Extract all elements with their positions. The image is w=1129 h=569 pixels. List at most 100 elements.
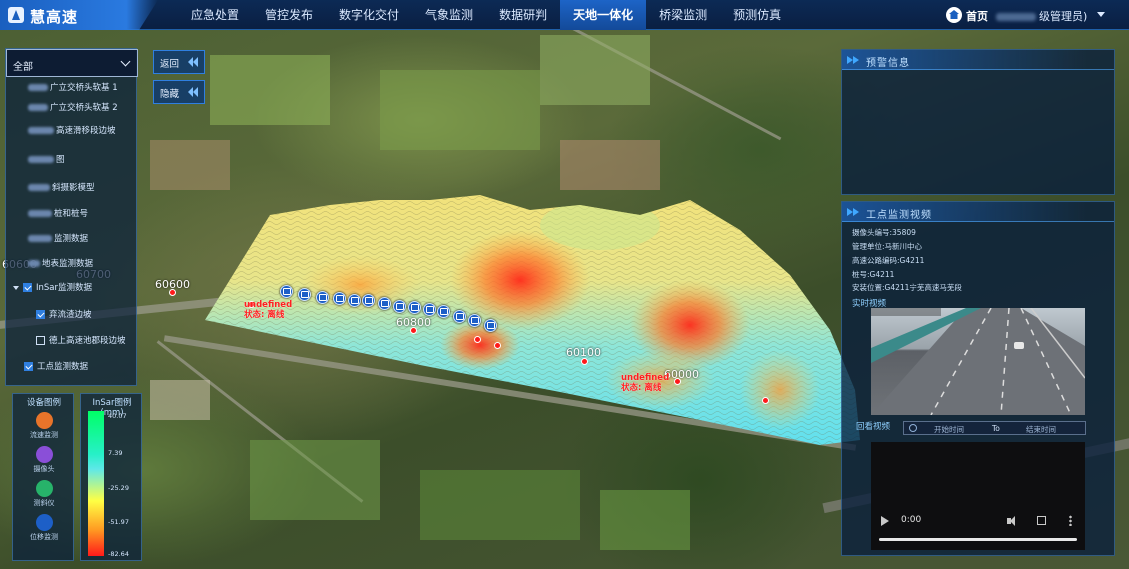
player-time: 0:00 <box>901 515 922 525</box>
tree-item[interactable]: 广立交桥头软基 2 <box>28 101 160 117</box>
legend-item-label: 流速监测 <box>30 431 58 439</box>
displacement-marker-icon[interactable] <box>362 294 375 307</box>
tree-item-label: 工点监测数据 <box>37 362 89 372</box>
nav-prediction-simulation[interactable]: 预测仿真 <box>720 0 794 30</box>
tree-item-label: 广立交桥头软基 1 <box>50 83 118 93</box>
nav-sky-ground-integration[interactable]: 天地一体化 <box>560 0 647 30</box>
tree-item[interactable]: 德上高速池郡段边坡 <box>36 334 168 350</box>
play-icon[interactable] <box>881 516 889 526</box>
tree-item[interactable]: 监测数据 <box>28 232 160 248</box>
volume-muted-icon[interactable] <box>1007 516 1018 526</box>
user-menu[interactable]: 级管理员) <box>996 8 1087 24</box>
alert-point[interactable] <box>410 327 417 334</box>
displacement-marker-icon[interactable] <box>408 301 421 314</box>
chevron-down-icon[interactable] <box>1097 12 1105 17</box>
displacement-marker-icon[interactable] <box>437 305 450 318</box>
nav-emergency[interactable]: 应急处置 <box>178 0 252 30</box>
main-nav: 应急处置 管控发布 数字化交付 气象监测 数据研判 天地一体化 桥梁监测 预测仿… <box>178 0 794 30</box>
legend-item: 摄像头 <box>13 446 75 474</box>
live-video-frame[interactable] <box>871 308 1085 415</box>
home-icon[interactable] <box>946 7 962 23</box>
alert-point[interactable] <box>674 378 681 385</box>
insar-legend: InSar图例(mm) 40.07 7.39 -25.29 -51.97 -82… <box>80 393 142 561</box>
playback-video-player[interactable]: 0:00 <box>871 442 1085 550</box>
clock-icon <box>909 424 917 432</box>
camera-info: 安装位置:G4211宁芜高速马芜段 <box>852 283 962 292</box>
start-time-input[interactable]: 开始时间 <box>934 424 964 435</box>
displacement-marker-icon[interactable] <box>393 300 406 313</box>
more-options-icon[interactable] <box>1069 515 1072 526</box>
tree-item[interactable]: 图 <box>28 153 160 169</box>
tree-item-label: 地表监测数据 <box>42 259 94 269</box>
redacted-username <box>996 13 1036 21</box>
tree-item-label: 桩和桩号 <box>54 209 89 219</box>
end-time-input[interactable]: 结束时间 <box>1026 424 1056 435</box>
camera-icon <box>35 446 53 463</box>
tree-item[interactable]: 广立交桥头软基 1 <box>28 81 160 97</box>
nav-digital-delivery[interactable]: 数字化交付 <box>326 0 412 30</box>
tree-item[interactable]: 工点监测数据 <box>24 360 156 376</box>
app-title: 慧高速 <box>30 8 79 26</box>
tree-item[interactable]: 弃流渣边坡 <box>36 308 168 324</box>
tree-item-label: InSar监测数据 <box>36 283 92 293</box>
alert-point[interactable] <box>169 289 176 296</box>
displacement-marker-icon[interactable] <box>298 288 311 301</box>
displacement-marker-icon[interactable] <box>378 297 391 310</box>
tree-item[interactable]: 高速滑移段边坡 <box>28 124 160 140</box>
layer-filter-select[interactable]: 全部 <box>6 49 138 77</box>
tree-item-label: 德上高速池郡段边坡 <box>49 336 126 346</box>
back-button[interactable]: 返回 <box>153 50 205 74</box>
insar-tick: 40.07 <box>108 412 127 420</box>
tree-item-label: 斜摄影模型 <box>52 183 95 193</box>
alert-point[interactable] <box>474 336 481 343</box>
legend-item: 位移监测 <box>13 514 75 542</box>
hide-button-label: 隐藏 <box>160 89 180 100</box>
displacement-marker-icon[interactable] <box>280 285 293 298</box>
fullscreen-icon[interactable] <box>1037 516 1046 525</box>
redacted-text <box>28 156 54 163</box>
displacement-marker-icon[interactable] <box>423 303 436 316</box>
time-range-separator: To <box>992 424 1000 433</box>
alert-point[interactable] <box>581 358 588 365</box>
insar-tick: -51.97 <box>108 518 129 526</box>
displacement-marker-icon[interactable] <box>468 314 481 327</box>
checkbox[interactable] <box>36 310 45 319</box>
hide-button[interactable]: 隐藏 <box>153 80 205 104</box>
legend-item-label: 位移监测 <box>30 533 58 541</box>
time-range-picker[interactable]: 开始时间 To 结束时间 <box>903 421 1086 435</box>
home-link[interactable]: 首页 <box>966 8 988 24</box>
player-progress-bar[interactable] <box>879 538 1077 541</box>
video-panel-title: 工点监测视频 <box>866 210 932 221</box>
insar-tick: 7.39 <box>108 449 123 457</box>
alert-point[interactable] <box>494 342 501 349</box>
chevron-down-icon[interactable] <box>13 285 19 290</box>
alert-label: undefined 状态: 离线 <box>621 373 669 393</box>
redacted-text <box>28 127 54 134</box>
tree-item[interactable]: 斜摄影模型 <box>28 181 160 197</box>
legend-item-label: 测斜仪 <box>33 499 55 507</box>
checkbox[interactable] <box>24 362 33 371</box>
playback-label: 回看视频 <box>856 422 891 432</box>
tree-item[interactable]: 地表监测数据 <box>28 257 160 273</box>
tree-item-insar[interactable]: InSar监测数据 <box>13 281 145 297</box>
tree-item[interactable]: 桩和桩号 <box>28 207 160 223</box>
logo-icon <box>8 7 24 23</box>
nav-bridge-monitoring[interactable]: 桥梁监测 <box>646 0 720 30</box>
legend-item: 测斜仪 <box>13 480 75 508</box>
double-chevron-right-icon <box>847 56 861 65</box>
checkbox[interactable] <box>23 283 32 292</box>
camera-info: 管理单位:马新川中心 <box>852 242 923 251</box>
displacement-marker-icon[interactable] <box>348 294 361 307</box>
warning-panel: 预警信息 <box>841 49 1115 195</box>
displacement-marker-icon[interactable] <box>316 291 329 304</box>
tree-item-label: 弃流渣边坡 <box>49 310 92 320</box>
displacement-marker-icon[interactable] <box>453 310 466 323</box>
checkbox[interactable] <box>36 336 45 345</box>
alert-point[interactable] <box>762 397 769 404</box>
insar-tick: -82.64 <box>108 550 129 558</box>
nav-data-analysis[interactable]: 数据研判 <box>486 0 560 30</box>
nav-weather[interactable]: 气象监测 <box>412 0 486 30</box>
displacement-marker-icon[interactable] <box>333 292 346 305</box>
displacement-marker-icon[interactable] <box>484 319 497 332</box>
nav-control-publish[interactable]: 管控发布 <box>252 0 326 30</box>
